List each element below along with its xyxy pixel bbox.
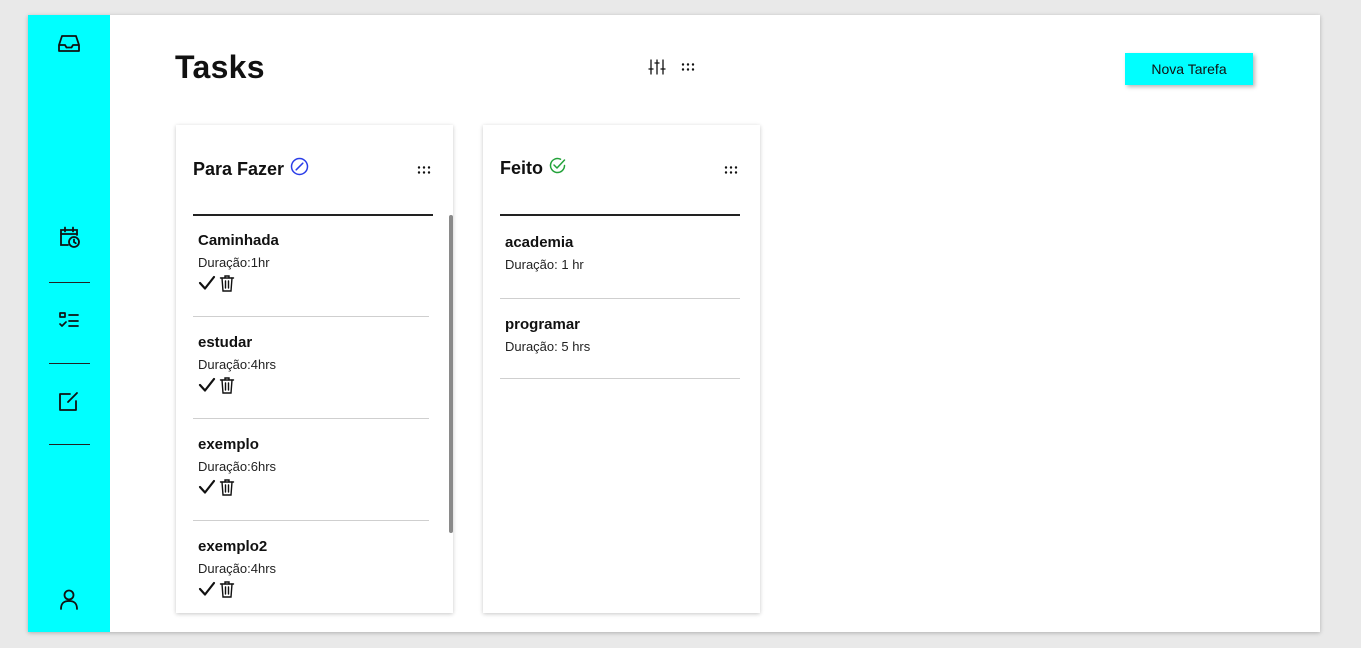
- task-name: academia: [505, 234, 574, 251]
- grid-dots-icon[interactable]: [678, 57, 698, 77]
- task-duration: Duração:4hrs: [198, 357, 277, 372]
- checklist-icon[interactable]: [55, 307, 83, 335]
- trash-icon[interactable]: [218, 274, 236, 292]
- column-header: Para Fazer: [193, 157, 309, 181]
- check-icon[interactable]: [198, 274, 216, 292]
- edit-icon[interactable]: [55, 388, 83, 416]
- check-icon[interactable]: [198, 478, 216, 496]
- task-list: Caminhada Duração:1hr estudar Duração:4h…: [193, 215, 429, 613]
- task-list: academia Duração: 1 hr programar Duração…: [500, 215, 740, 379]
- task-actions: [198, 375, 429, 395]
- sidebar-divider: [49, 282, 90, 283]
- new-task-button[interactable]: Nova Tarefa: [1125, 53, 1253, 85]
- scrollbar[interactable]: [449, 215, 453, 533]
- task-actions: [198, 477, 429, 497]
- task-name: Caminhada: [198, 232, 279, 249]
- task-card: academia Duração: 1 hr: [500, 215, 740, 299]
- calendar-clock-icon[interactable]: [55, 223, 83, 251]
- task-card: exemplo Duração:6hrs: [193, 419, 429, 521]
- user-icon[interactable]: [55, 585, 83, 613]
- task-card: estudar Duração:4hrs: [193, 317, 429, 419]
- task-name: programar: [505, 316, 581, 333]
- task-duration: Duração: 5 hrs: [505, 339, 591, 354]
- trash-icon[interactable]: [218, 580, 236, 598]
- task-card: exemplo2 Duração:4hrs: [193, 521, 429, 613]
- task-actions: [198, 273, 429, 293]
- todo-column: Para Fazer Caminhada Duração:1hr estudar…: [176, 125, 453, 613]
- app-window: Tasks Nova Tarefa Para Fazer Caminhada D…: [28, 15, 1320, 632]
- task-card: Caminhada Duração:1hr: [193, 215, 429, 317]
- column-header: Feito: [500, 157, 566, 179]
- task-duration: Duração:1hr: [198, 255, 270, 270]
- task-duration: Duração:4hrs: [198, 561, 277, 576]
- circle-slash-icon: [290, 157, 309, 181]
- sidebar: [28, 15, 110, 632]
- task-duration: Duração: 1 hr: [505, 257, 584, 272]
- inbox-icon[interactable]: [55, 30, 83, 58]
- task-name: exemplo2: [198, 538, 268, 555]
- column-title: Feito: [500, 157, 543, 178]
- task-duration: Duração:6hrs: [198, 459, 277, 474]
- check-icon[interactable]: [198, 580, 216, 598]
- task-card: programar Duração: 5 hrs: [500, 299, 740, 379]
- circle-check-icon: [549, 157, 566, 179]
- column-menu-icon[interactable]: [722, 161, 740, 179]
- trash-icon[interactable]: [218, 478, 236, 496]
- page-title: Tasks: [175, 49, 265, 85]
- task-actions: [198, 579, 429, 599]
- column-menu-icon[interactable]: [415, 161, 433, 179]
- done-column: Feito academia Duração: 1 hr programar D…: [483, 125, 760, 613]
- task-name: estudar: [198, 334, 253, 351]
- check-icon[interactable]: [198, 376, 216, 394]
- task-name: exemplo: [198, 436, 259, 453]
- trash-icon[interactable]: [218, 376, 236, 394]
- column-title: Para Fazer: [193, 158, 285, 179]
- sidebar-divider: [49, 444, 90, 445]
- sliders-icon[interactable]: [647, 57, 667, 77]
- sidebar-divider: [49, 363, 90, 364]
